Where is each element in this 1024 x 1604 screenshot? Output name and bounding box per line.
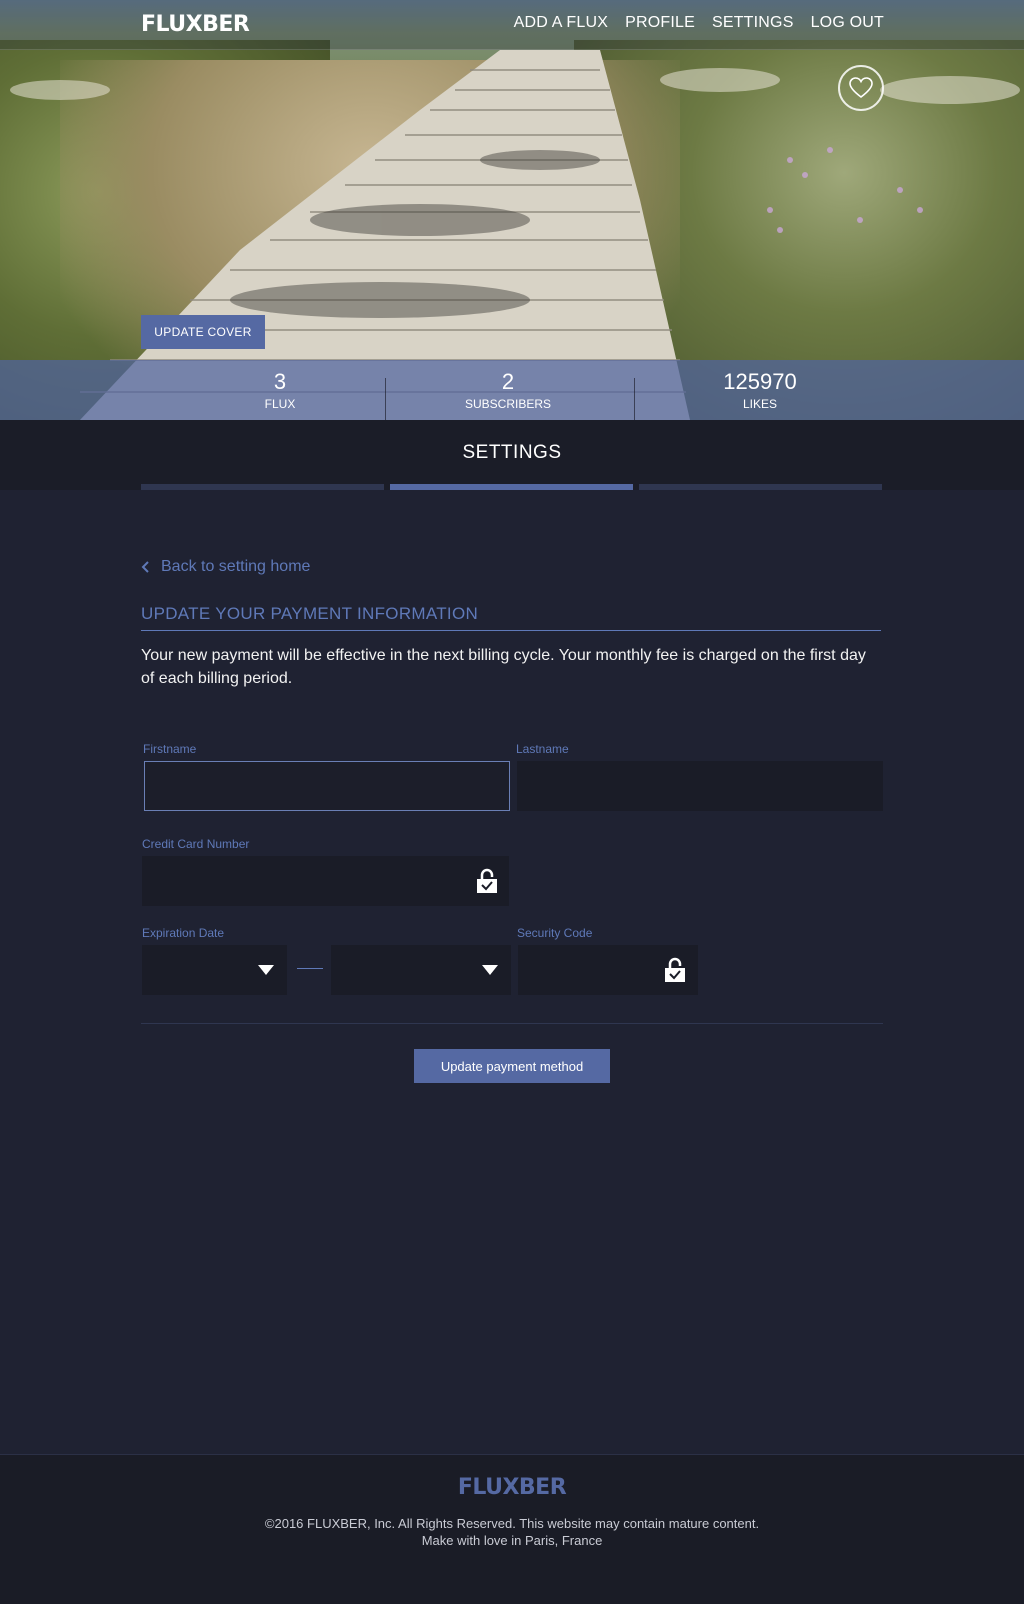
lastname-field[interactable]: [517, 761, 883, 811]
nav-add-a-flux[interactable]: ADD A FLUX: [514, 14, 608, 32]
settings-tab-3[interactable]: [639, 484, 882, 490]
section-title: UPDATE YOUR PAYMENT INFORMATION: [141, 604, 479, 623]
stat-likes-value: 125970: [723, 368, 797, 394]
update-cover-button[interactable]: UPDATE COVER: [141, 315, 265, 349]
footer: FLUXBER ©2016 FLUXBER, Inc. All Rights R…: [0, 1454, 1024, 1604]
dropdown-arrow-icon: [258, 965, 274, 975]
stat-flux-label: FLUX: [264, 396, 296, 411]
settings-tab-2-active[interactable]: [390, 484, 633, 490]
firstname-input[interactable]: [145, 762, 509, 810]
back-to-settings-link[interactable]: Back to setting home: [141, 558, 310, 576]
brand-logo[interactable]: FLUXBER: [141, 12, 250, 37]
nav-settings[interactable]: SETTINGS: [712, 14, 794, 32]
chevron-left-icon: [141, 561, 149, 573]
stat-likes-label: LIKES: [742, 396, 778, 411]
firstname-label: Firstname: [143, 742, 197, 756]
lock-icon: [477, 868, 497, 893]
stat-flux[interactable]: 3 FLUX: [230, 360, 330, 420]
expiration-date-label: Expiration Date: [142, 926, 225, 940]
footer-copyright: ©2016 FLUXBER, Inc. All Rights Reserved.…: [264, 1516, 760, 1531]
top-navigation-bar: FLUXBER ADD A FLUX PROFILE SETTINGS LOG …: [0, 0, 1024, 50]
main-nav: ADD A FLUX PROFILE SETTINGS LOG OUT: [514, 14, 884, 32]
favorite-button[interactable]: [838, 65, 884, 111]
nav-profile[interactable]: PROFILE: [625, 14, 695, 32]
stat-divider: [634, 378, 635, 420]
stat-divider: [385, 378, 386, 420]
credit-card-field[interactable]: [142, 856, 509, 906]
heart-icon: [849, 77, 873, 99]
nav-log-out[interactable]: LOG OUT: [811, 14, 884, 32]
dropdown-arrow-icon: [482, 965, 498, 975]
settings-tab-1[interactable]: [141, 484, 384, 490]
footer-text: ©2016 FLUXBER, Inc. All Rights Reserved.…: [0, 1515, 1024, 1549]
stat-flux-value: 3: [273, 368, 287, 394]
stat-subscribers-value: 2: [501, 368, 515, 394]
footer-tagline: Make with love in Paris, France: [421, 1533, 603, 1548]
update-payment-button[interactable]: Update payment method: [414, 1049, 610, 1083]
firstname-field[interactable]: [144, 761, 510, 811]
settings-header: SETTINGS: [0, 420, 1024, 490]
cover-image: FLUXBER ADD A FLUX PROFILE SETTINGS LOG …: [0, 0, 1024, 420]
profile-stats-bar: 3 FLUX 2 SUBSCRIBERS 125970 LIKES: [0, 360, 1024, 420]
boardwalk-illustration: [10, 50, 1020, 420]
lastname-input[interactable]: [517, 761, 883, 811]
lock-icon: [665, 957, 685, 982]
lastname-label: Lastname: [516, 742, 569, 756]
settings-title: SETTINGS: [462, 442, 562, 463]
section-description: Your new payment will be effective in th…: [141, 647, 866, 687]
security-code-label: Security Code: [517, 926, 593, 940]
section-divider: [141, 630, 881, 631]
stat-likes[interactable]: 125970 LIKES: [700, 360, 820, 420]
form-divider: [141, 1023, 883, 1024]
credit-card-input[interactable]: [142, 856, 509, 906]
credit-card-label: Credit Card Number: [142, 837, 250, 851]
footer-logo[interactable]: FLUXBER: [0, 1475, 1024, 1500]
back-link-label: Back to setting home: [161, 558, 311, 575]
stat-subscribers[interactable]: 2 SUBSCRIBERS: [448, 360, 568, 420]
stat-subscribers-label: SUBSCRIBERS: [464, 396, 552, 411]
expiration-separator: [297, 968, 323, 969]
